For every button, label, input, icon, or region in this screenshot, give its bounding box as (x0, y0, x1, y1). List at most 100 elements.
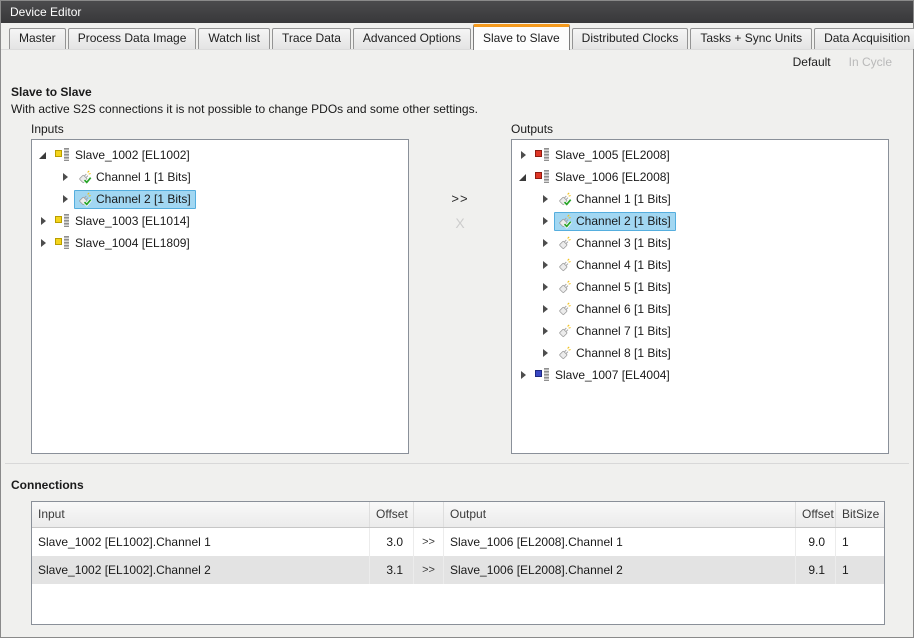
tree-item-output-channel-3[interactable]: Channel 3 [1 Bits] (512, 232, 888, 254)
tree-item-slave-1003[interactable]: Slave_1003 [EL1014] (32, 210, 408, 232)
unlink-button[interactable]: X (409, 215, 511, 231)
tree-item-output-channel-1[interactable]: Channel 1 [1 Bits] (512, 188, 888, 210)
chevron-collapsed-icon[interactable] (538, 213, 554, 229)
chevron-collapsed-icon[interactable] (538, 235, 554, 251)
cell-output: Slave_1006 [EL2008].Channel 2 (444, 556, 796, 584)
channel-unlinked-icon (557, 324, 572, 339)
tree-item-slave-1005[interactable]: Slave_1005 [EL2008] (512, 144, 888, 166)
tree-item-output-channel-2[interactable]: Channel 2 [1 Bits] (512, 210, 888, 232)
chevron-collapsed-icon[interactable] (58, 169, 74, 185)
mode-in-cycle-button[interactable]: In Cycle (849, 55, 892, 69)
tree-item-output-channel-5[interactable]: Channel 5 [1 Bits] (512, 276, 888, 298)
tree-item-label: Channel 2 [1 Bits] (576, 214, 671, 228)
tree-item-label: Channel 1 [1 Bits] (96, 170, 191, 184)
tree-item-label: Slave_1005 [EL2008] (555, 148, 670, 162)
mode-switch: Default In Cycle (793, 55, 892, 69)
channel-linked-icon (557, 214, 572, 229)
cell-bitsize: 1 (836, 556, 884, 584)
tree-item-output-channel-6[interactable]: Channel 6 [1 Bits] (512, 298, 888, 320)
inputs-tree: Slave_1002 [EL1002] Channel 1 [1 Bits] C… (31, 139, 409, 454)
tab-slave-to-slave[interactable]: Slave to Slave (473, 24, 570, 50)
connection-row-1[interactable]: Slave_1002 [EL1002].Channel 1 3.0 >> Sla… (32, 528, 884, 556)
column-header-output[interactable]: Output (444, 502, 796, 527)
tree-item-slave-1002[interactable]: Slave_1002 [EL1002] (32, 144, 408, 166)
tree-item-slave-1007[interactable]: Slave_1007 [EL4004] (512, 364, 888, 386)
link-arrow-icon: >> (414, 556, 444, 584)
tree-item-label: Channel 6 [1 Bits] (576, 302, 671, 316)
tree-item-input-channel-2[interactable]: Channel 2 [1 Bits] (32, 188, 408, 210)
chevron-collapsed-icon[interactable] (538, 323, 554, 339)
chevron-collapsed-icon[interactable] (516, 367, 532, 383)
tree-item-output-channel-7[interactable]: Channel 7 [1 Bits] (512, 320, 888, 342)
outputs-tree: Slave_1005 [EL2008] Slave_1006 [EL2008] … (511, 139, 889, 454)
column-header-arrow (414, 502, 444, 527)
tab-watch-list[interactable]: Watch list (198, 28, 270, 49)
tab-data-acquisition[interactable]: Data Acquisition (814, 28, 914, 49)
cell-input: Slave_1002 [EL1002].Channel 2 (32, 556, 370, 584)
selected-tree-item[interactable]: Channel 2 [1 Bits] (74, 190, 196, 209)
outputs-label: Outputs (511, 122, 553, 136)
slave-terminal-red-icon (535, 148, 550, 162)
tree-item-label: Slave_1003 [EL1014] (75, 214, 190, 228)
tree-item-label: Slave_1006 [EL2008] (555, 170, 670, 184)
chevron-collapsed-icon[interactable] (58, 191, 74, 207)
tab-process-data-image[interactable]: Process Data Image (68, 28, 197, 49)
column-header-offset-out[interactable]: Offset (796, 502, 836, 527)
chevron-expanded-icon[interactable] (516, 169, 532, 185)
slave-terminal-yellow-icon (55, 148, 70, 162)
section-divider (5, 463, 909, 464)
tab-tasks-sync-units[interactable]: Tasks + Sync Units (690, 28, 812, 49)
channel-unlinked-icon (557, 280, 572, 295)
chevron-collapsed-icon[interactable] (36, 213, 52, 229)
chevron-expanded-icon[interactable] (36, 147, 52, 163)
tree-item-label: Channel 4 [1 Bits] (576, 258, 671, 272)
chevron-collapsed-icon[interactable] (538, 191, 554, 207)
device-editor-window: Device Editor Master Process Data Image … (0, 0, 914, 638)
tab-trace-data[interactable]: Trace Data (272, 28, 351, 49)
tab-master[interactable]: Master (9, 28, 66, 49)
channel-linked-icon (77, 192, 92, 207)
selected-tree-item[interactable]: Channel 2 [1 Bits] (554, 212, 676, 231)
chevron-collapsed-icon[interactable] (538, 257, 554, 273)
tab-advanced-options[interactable]: Advanced Options (353, 28, 471, 49)
column-header-input[interactable]: Input (32, 502, 370, 527)
tree-item-slave-1004[interactable]: Slave_1004 [EL1809] (32, 232, 408, 254)
slave-terminal-yellow-icon (55, 236, 70, 250)
tab-distributed-clocks[interactable]: Distributed Clocks (572, 28, 689, 49)
chevron-collapsed-icon[interactable] (36, 235, 52, 251)
tree-item-label: Channel 2 [1 Bits] (96, 192, 191, 206)
channel-unlinked-icon (557, 302, 572, 317)
channel-linked-icon (77, 170, 92, 185)
tree-item-input-channel-1[interactable]: Channel 1 [1 Bits] (32, 166, 408, 188)
connections-table: Input Offset Output Offset BitSize Slave… (31, 501, 885, 625)
cell-input: Slave_1002 [EL1002].Channel 1 (32, 528, 370, 556)
tree-item-label: Channel 1 [1 Bits] (576, 192, 671, 206)
tree-item-output-channel-4[interactable]: Channel 4 [1 Bits] (512, 254, 888, 276)
tree-item-slave-1006[interactable]: Slave_1006 [EL2008] (512, 166, 888, 188)
cell-offset-in: 3.1 (370, 556, 414, 584)
chevron-collapsed-icon[interactable] (538, 279, 554, 295)
transfer-controls: >> X (409, 139, 511, 231)
cell-offset-out: 9.0 (796, 528, 836, 556)
mode-default-button[interactable]: Default (793, 55, 831, 69)
chevron-collapsed-icon[interactable] (516, 147, 532, 163)
tree-item-label: Channel 8 [1 Bits] (576, 346, 671, 360)
channel-unlinked-icon (557, 258, 572, 273)
tree-item-label: Channel 7 [1 Bits] (576, 324, 671, 338)
tree-item-label: Channel 3 [1 Bits] (576, 236, 671, 250)
link-button[interactable]: >> (409, 191, 511, 206)
connections-title: Connections (11, 478, 84, 492)
channel-unlinked-icon (557, 346, 572, 361)
column-header-bitsize[interactable]: BitSize (836, 502, 884, 527)
slave-terminal-red-icon (535, 170, 550, 184)
chevron-collapsed-icon[interactable] (538, 301, 554, 317)
section-title: Slave to Slave (11, 85, 92, 99)
tree-item-label: Slave_1004 [EL1809] (75, 236, 190, 250)
column-header-offset-in[interactable]: Offset (370, 502, 414, 527)
tree-item-label: Slave_1002 [EL1002] (75, 148, 190, 162)
connection-row-2[interactable]: Slave_1002 [EL1002].Channel 2 3.1 >> Sla… (32, 556, 884, 584)
channel-linked-icon (557, 192, 572, 207)
chevron-collapsed-icon[interactable] (538, 345, 554, 361)
tree-item-output-channel-8[interactable]: Channel 8 [1 Bits] (512, 342, 888, 364)
slave-terminal-yellow-icon (55, 214, 70, 228)
